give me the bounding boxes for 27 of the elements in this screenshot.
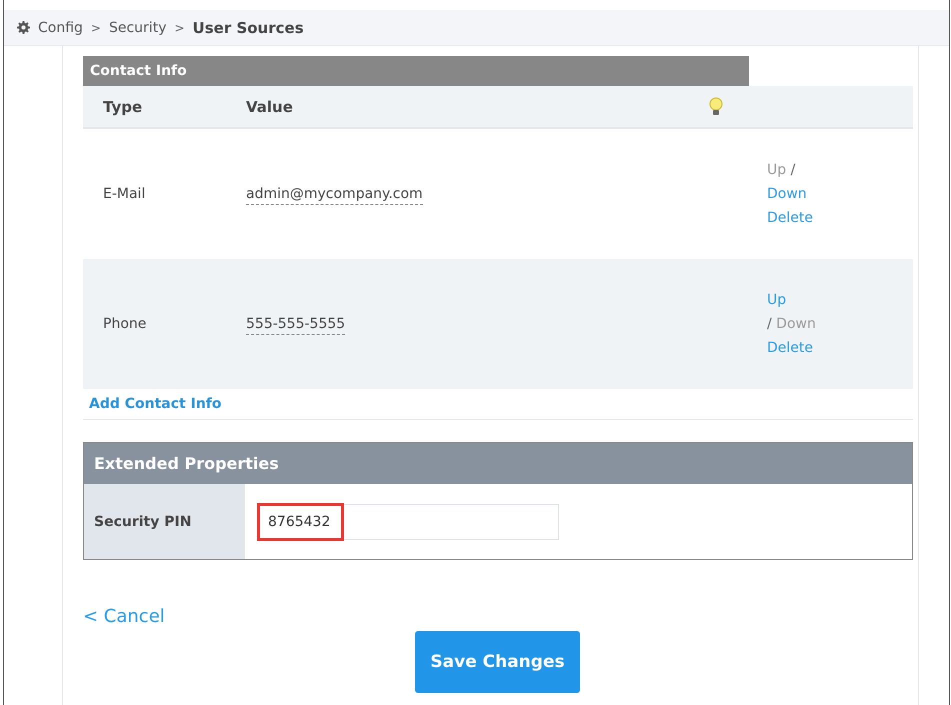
move-link[interactable]: Down [767, 186, 807, 202]
save-button[interactable]: Save Changes [415, 631, 580, 693]
lightbulb-icon [709, 96, 723, 116]
editable-value[interactable]: 555-555-5555 [246, 316, 346, 335]
table-cell: E-Mail [103, 186, 146, 202]
link-separator: / [767, 316, 772, 332]
section-title: Contact Info [83, 56, 749, 86]
move-link[interactable]: Up [767, 292, 786, 308]
delete-link[interactable]: Delete [767, 340, 813, 356]
table-cell: Phone [103, 316, 146, 332]
field-label: Security PIN [84, 484, 245, 559]
breadcrumb-link[interactable]: Config [38, 20, 83, 36]
delete-link[interactable]: Delete [767, 210, 813, 226]
current-page-title: User Sources [192, 18, 304, 36]
column-header: Type [103, 98, 142, 116]
breadcrumb-separator: > [90, 20, 101, 34]
cancel-link[interactable]: < Cancel [83, 606, 165, 627]
breadcrumb-link[interactable]: Security [108, 20, 166, 36]
panel-title: Extended Properties [84, 443, 912, 484]
link-separator: / [790, 162, 796, 178]
column-header: Value [246, 98, 293, 116]
add-contact-link[interactable]: Add Contact Info [89, 396, 222, 412]
disabled-move-link: Down [776, 316, 816, 332]
disabled-move-link: Up [767, 162, 786, 178]
editable-value[interactable]: admin@mycompany.com [246, 186, 423, 205]
breadcrumb-separator: > [174, 20, 185, 34]
gear-icon [17, 21, 30, 34]
